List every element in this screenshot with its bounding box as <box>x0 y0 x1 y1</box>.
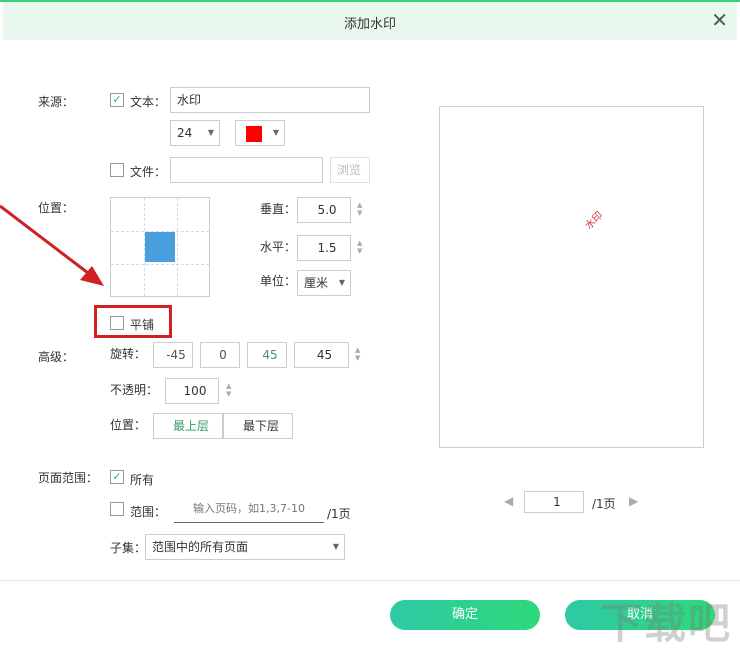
file-input[interactable] <box>170 157 323 183</box>
page-range-label: 页面范围： <box>38 471 99 485</box>
tile-label: 平铺 <box>130 318 155 332</box>
prev-page-icon[interactable]: ◀ <box>504 494 513 508</box>
color-select[interactable]: ▼ <box>235 120 285 146</box>
subset-value: 范围中的所有页面 <box>152 540 249 554</box>
text-input[interactable]: 水印 <box>170 87 370 113</box>
preview-page: 水印 <box>439 106 704 448</box>
unit-select[interactable]: 厘米 ▼ <box>297 270 351 296</box>
page-input[interactable]: 1 <box>524 491 584 513</box>
range-suffix: /1页 <box>327 507 351 521</box>
color-swatch <box>246 126 262 142</box>
rotate-option-45[interactable]: 45 <box>247 342 287 368</box>
rotate-stepper[interactable]: ▲ ▼ <box>355 346 363 362</box>
annotation-arrow <box>0 204 104 286</box>
vertical-input[interactable]: 5.0 <box>297 197 351 223</box>
file-checkbox[interactable] <box>110 163 124 177</box>
file-label: 文件： <box>130 165 167 179</box>
ok-button[interactable]: 确定 <box>390 600 540 630</box>
position-grid[interactable] <box>110 197 210 297</box>
all-pages-checkbox[interactable]: ✓ <box>110 470 124 484</box>
horizontal-input[interactable]: 1.5 <box>297 235 351 261</box>
page-total: /1页 <box>592 497 616 511</box>
opacity-stepper[interactable]: ▲ ▼ <box>226 382 234 398</box>
chevron-down-icon: ▼ <box>332 542 339 551</box>
layer-top-button[interactable]: 最上层 <box>153 413 223 439</box>
position-cell-selected[interactable] <box>145 232 175 262</box>
browse-button[interactable]: 浏览 <box>330 157 370 183</box>
subset-select[interactable]: 范围中的所有页面 ▼ <box>145 534 345 560</box>
advanced-label: 高级： <box>38 350 75 364</box>
footer-divider <box>0 580 740 581</box>
horizontal-label: 水平： <box>260 240 297 254</box>
range-checkbox[interactable] <box>110 502 124 516</box>
rotate-input[interactable]: 45 <box>294 342 349 368</box>
source-label: 来源： <box>38 95 75 109</box>
unit-value: 厘米 <box>304 276 329 290</box>
range-input[interactable]: 输入页码，如1,3,7-10 <box>174 498 324 523</box>
rotate-option-neg45[interactable]: -45 <box>153 342 193 368</box>
close-icon[interactable]: ✕ <box>711 8 728 32</box>
subset-label: 子集： <box>110 541 147 555</box>
vertical-stepper[interactable]: ▲ ▼ <box>357 201 365 217</box>
layer-bottom-button[interactable]: 最下层 <box>223 413 293 439</box>
unit-label: 单位： <box>260 274 297 288</box>
rotate-option-0[interactable]: 0 <box>200 342 240 368</box>
next-page-icon[interactable]: ▶ <box>629 494 638 508</box>
opacity-input[interactable]: 100 <box>165 378 219 404</box>
opacity-label: 不透明： <box>110 383 159 397</box>
layer-label: 位置： <box>110 418 147 432</box>
chevron-down-icon: ▼ <box>207 128 214 137</box>
text-checkbox[interactable]: ✓ <box>110 93 124 107</box>
horizontal-stepper[interactable]: ▲ ▼ <box>357 239 365 255</box>
chevron-down-icon: ▼ <box>272 128 279 137</box>
chevron-down-icon: ▼ <box>338 278 345 287</box>
all-pages-label: 所有 <box>130 473 155 487</box>
text-label: 文本： <box>130 95 167 109</box>
dialog-title: 添加水印 <box>343 17 396 32</box>
font-size-select[interactable]: 24 ▼ <box>170 120 220 146</box>
range-label: 范围： <box>130 505 167 519</box>
vertical-label: 垂直： <box>260 202 297 216</box>
preview-watermark: 水印 <box>583 209 606 232</box>
font-size-value: 24 <box>177 126 193 140</box>
site-watermark-logo: 下载吧 <box>600 599 733 648</box>
tile-checkbox[interactable] <box>110 316 124 330</box>
rotate-label: 旋转： <box>110 347 147 361</box>
